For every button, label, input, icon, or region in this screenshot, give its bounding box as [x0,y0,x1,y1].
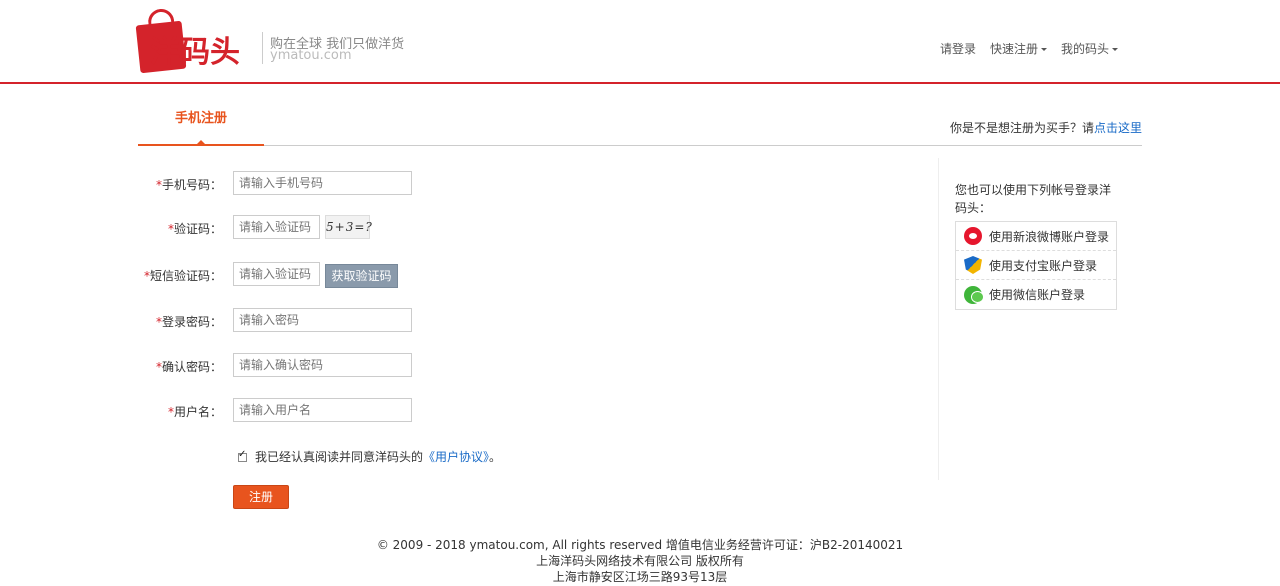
buyer-register-hint: 你是不是想注册为买手？请点击这里 [949,121,1142,135]
username-input[interactable] [233,398,412,422]
confirm-password-input[interactable] [233,353,412,377]
tab-active-indicator [196,140,206,145]
phone-input[interactable] [233,171,412,195]
captcha-label: *验证码： [167,222,222,236]
quick-register-menu[interactable]: 快速注册 [990,40,1047,57]
login-link[interactable]: 请登录 [940,40,976,57]
alipay-icon [964,256,982,274]
chevron-down-icon [1112,48,1118,51]
my-ymatou-menu[interactable]: 我的码头 [1061,40,1118,57]
wechat-icon [964,285,984,304]
tab-phone-register[interactable]: 手机注册 [138,96,264,146]
site-logo[interactable]: 洋码头 [135,7,256,74]
logo-divider [262,32,263,64]
password-input[interactable] [233,308,412,332]
footer-address: 上海市静安区江场三路93号13层 [552,570,728,584]
username-label: *用户名： [167,405,222,419]
slogan-domain: ymatou.com [270,48,352,63]
buyer-register-link[interactable]: 点击这里 [1094,121,1142,135]
sms-label: *短信验证码： [143,269,222,283]
site-header: 洋码头 购在全球 我们只做洋货 ymatou.com 请登录 快速注册 我的码头 [0,0,1280,84]
alipay-login-option[interactable]: 使用支付宝账户登录 [956,251,1116,280]
sidebar-divider [938,158,939,480]
top-nav: 请登录 快速注册 我的码头 [926,40,1118,57]
agreement-checkbox[interactable] [238,449,247,462]
footer-copyright: © 2009 - 2018 ymatou.com, All rights res… [376,538,904,552]
phone-label: *手机号码： [155,178,222,192]
site-footer: © 2009 - 2018 ymatou.com, All rights res… [0,537,1280,585]
captcha-image[interactable]: 5+3=? [325,215,372,239]
third-party-login-title: 您也可以使用下列帐号登录洋码头： [955,183,1112,215]
password-label: *登录密码： [155,315,222,329]
confirm-password-label: *确认密码： [155,360,222,374]
logo-text: 洋码头 [150,35,240,70]
weibo-login-option[interactable]: 使用新浪微博账户登录 [956,222,1116,251]
tab-bar: 手机注册 你是不是想注册为买手？请点击这里 [138,96,1142,146]
weibo-icon [964,227,982,245]
chevron-down-icon [1040,48,1047,51]
agreement-row: 我已经认真阅读并同意洋码头的《用户协议》。 [238,448,501,465]
register-submit-button[interactable]: 注册 [233,485,289,509]
user-agreement-link[interactable]: 《用户协议》 [423,450,489,464]
get-sms-code-button[interactable]: 获取验证码 [325,264,398,288]
sms-code-input[interactable] [233,262,320,286]
captcha-input[interactable] [233,215,320,239]
wechat-login-option[interactable]: 使用微信账户登录 [956,280,1116,309]
third-party-login-list: 使用新浪微博账户登录 使用支付宝账户登录 使用微信账户登录 [955,221,1117,310]
footer-company: 上海洋码头网络技术有限公司 版权所有 [536,554,744,568]
